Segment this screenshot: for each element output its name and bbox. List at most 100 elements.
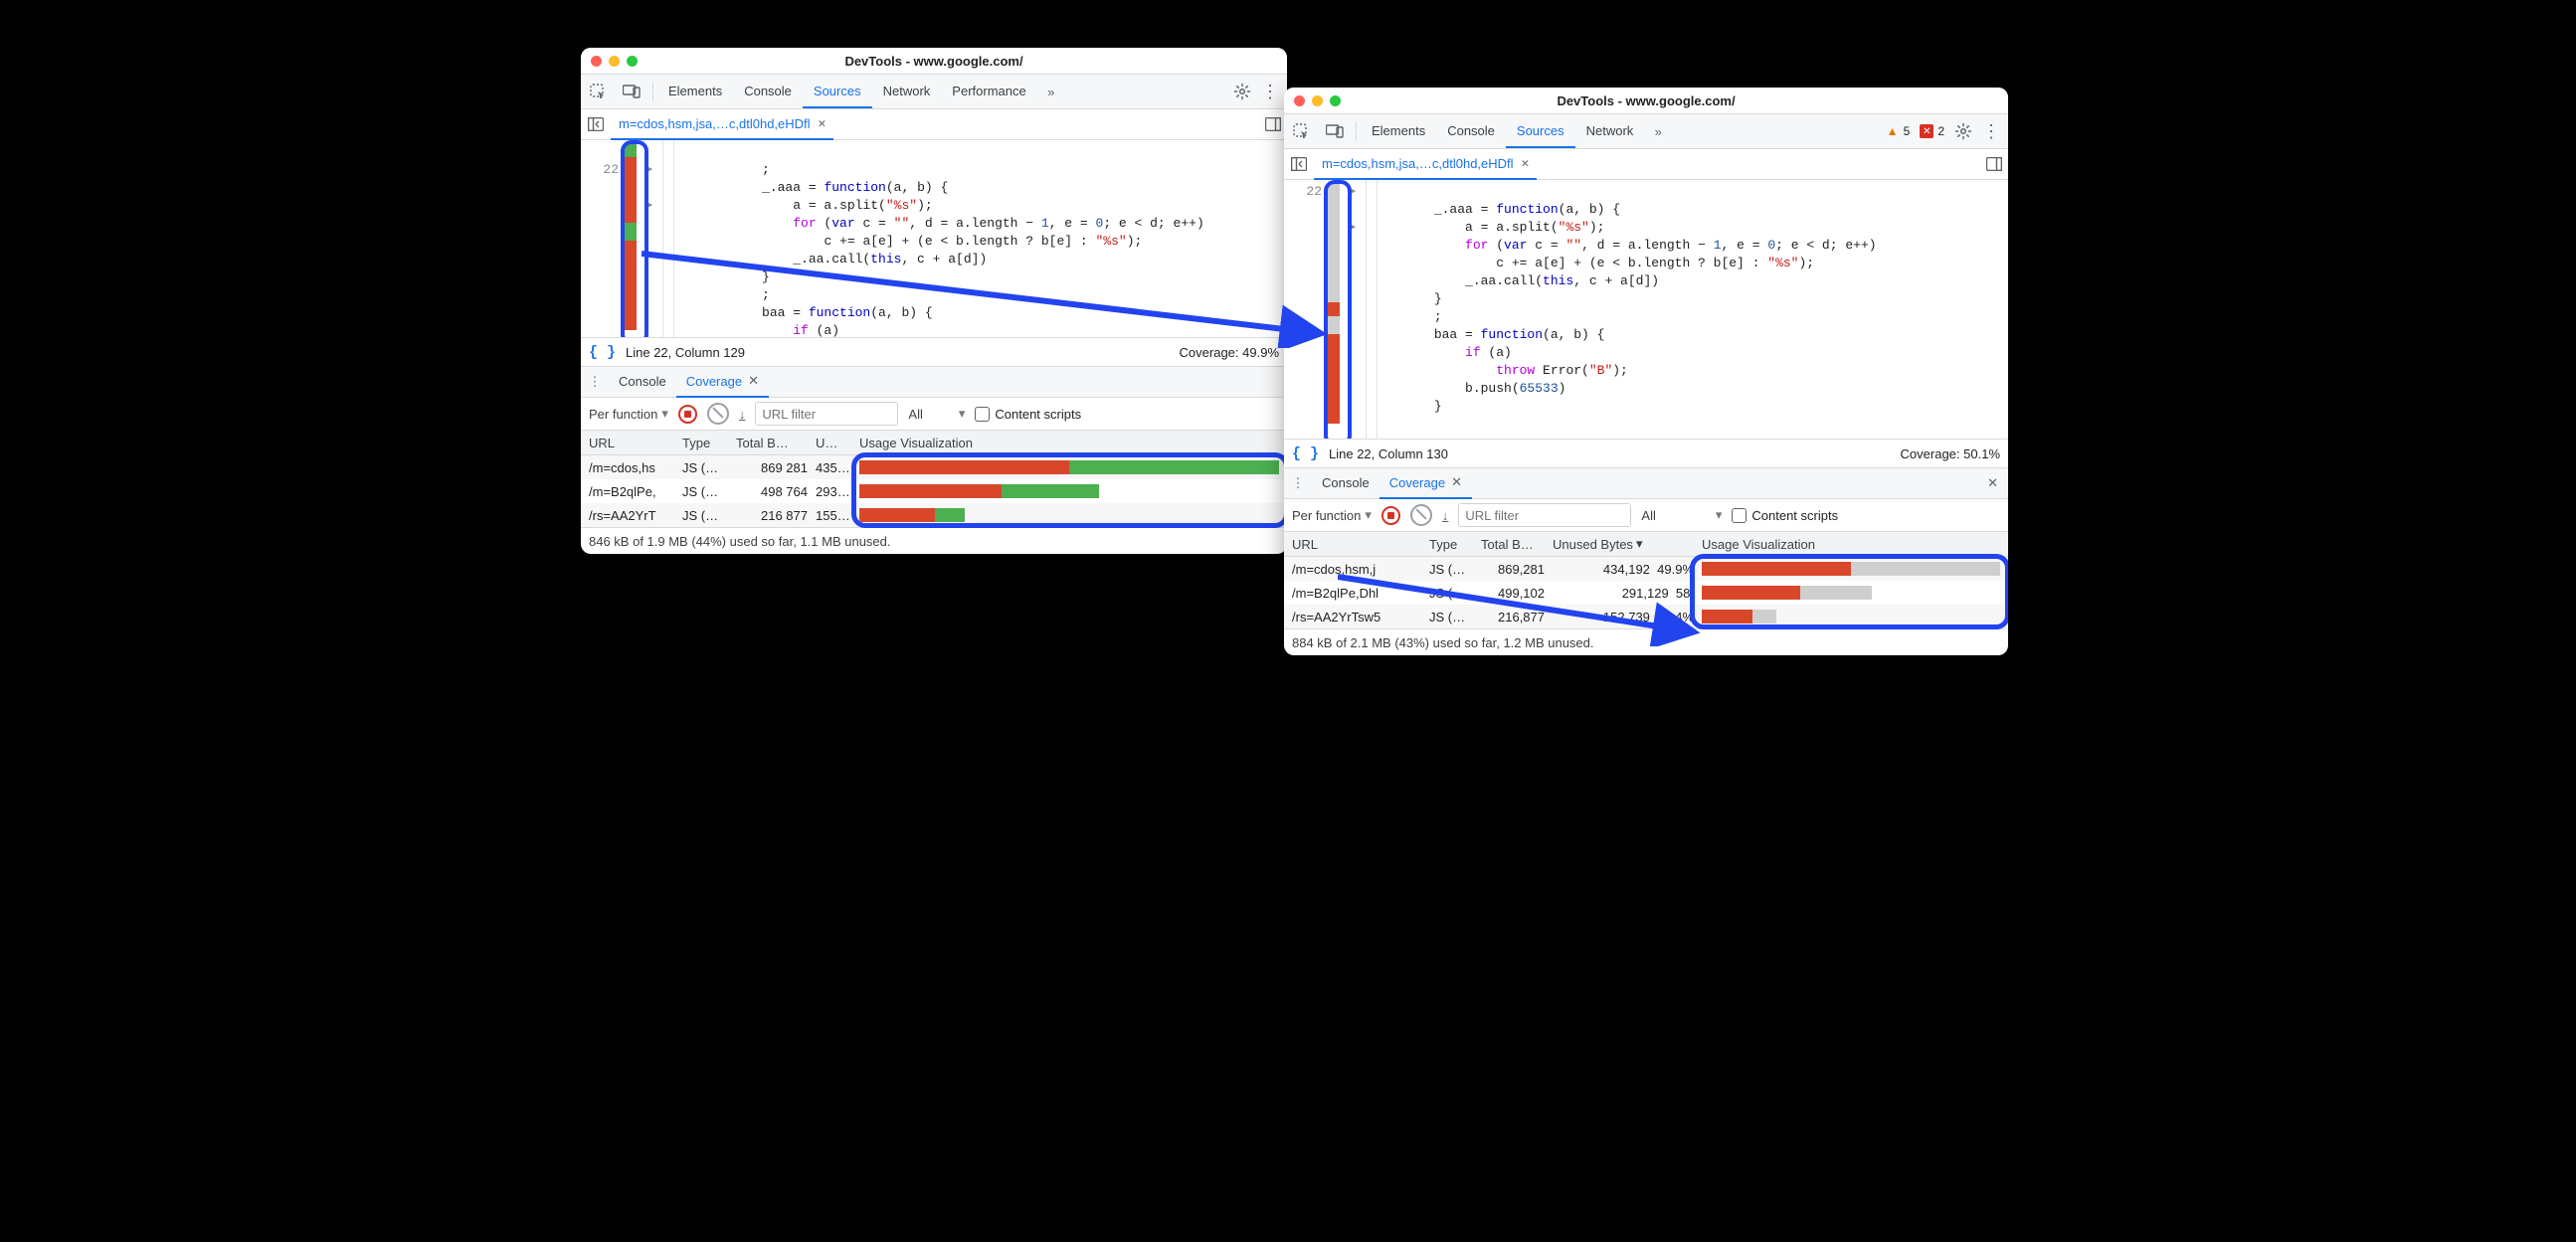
record-button[interactable] [678,405,697,424]
fold-gutter[interactable]: ▸▸ [1342,180,1366,439]
pretty-print-button[interactable]: { } [1292,445,1319,462]
table-row[interactable]: /rs=AA2YrTJS (…216 877155 … [581,503,1287,527]
close-tab-icon[interactable]: ✕ [748,373,759,389]
window-title: DevTools - www.google.com/ [1284,93,2008,108]
url-filter-input[interactable] [1458,503,1631,527]
minimize-dot[interactable] [1312,95,1323,106]
pretty-print-button[interactable]: { } [589,344,616,361]
settings-icon[interactable] [1954,122,1972,140]
navigator-toggle-icon[interactable] [581,117,611,131]
table-header[interactable]: URL Type Total B… Unused Bytes▾ Usage Vi… [1284,532,2008,557]
table-row[interactable]: /m=B2qlPe,DhlJS (…499,102291,129 58. [1284,581,2008,605]
col-viz[interactable]: Usage Visualization [855,436,1283,450]
col-unused[interactable]: Unused Bytes▾ [1549,536,1698,552]
warnings-badge[interactable]: ▲5 [1886,124,1911,138]
code-editor[interactable]: 22 ▸▸ _.aaa = function(a, b) { a = a.spl… [1284,180,2008,439]
clear-button[interactable] [1410,504,1432,526]
tab-console[interactable]: Console [1436,114,1506,148]
minimize-dot[interactable] [609,56,620,67]
url-filter-input[interactable] [755,402,898,426]
record-button[interactable] [1381,506,1400,525]
panel-tabs: Elements Console Sources Network Perform… [657,75,1065,108]
drawer-tab-coverage[interactable]: Coverage✕ [676,366,769,398]
close-dot[interactable] [591,56,602,67]
window-controls[interactable] [591,56,638,67]
col-viz[interactable]: Usage Visualization [1698,537,2004,552]
fold-gutter[interactable]: ▸▸ [639,140,662,337]
navigator-toggle-icon[interactable] [1284,157,1314,171]
table-row[interactable]: /m=cdos,hsm,jJS (…869,281434,192 49.9% [1284,557,2008,581]
coverage-summary: 846 kB of 1.9 MB (44%) used so far, 1.1 … [581,527,1287,554]
col-total[interactable]: Total B… [1477,537,1549,552]
col-unused[interactable]: U… [812,436,855,450]
tab-performance[interactable]: Performance [941,75,1036,108]
open-file-tab[interactable]: m=cdos,hsm,jsa,…c,dtl0hd,eHDfl ✕ [1314,148,1537,180]
settings-icon[interactable] [1233,83,1251,100]
open-file-tab[interactable]: m=cdos,hsm,jsa,…c,dtl0hd,eHDfl ✕ [611,108,833,140]
col-total[interactable]: Total B… [732,436,812,450]
kebab-icon[interactable]: ⋮ [1982,121,2000,142]
drawer-tab-console[interactable]: Console [609,366,676,398]
cursor-position: Line 22, Column 130 [1329,446,1448,461]
type-filter-select[interactable]: All▾ [1641,507,1722,523]
drawer-kebab-icon[interactable]: ⋮ [581,374,609,390]
export-button[interactable] [739,407,746,422]
file-tab-label: m=cdos,hsm,jsa,…c,dtl0hd,eHDfl [1322,156,1514,171]
type-filter-select[interactable]: All▾ [908,406,965,422]
col-url[interactable]: URL [1288,537,1425,552]
content-scripts-checkbox[interactable]: Content scripts [975,407,1081,422]
close-dot[interactable] [1294,95,1305,106]
drawer-tab-console[interactable]: Console [1312,467,1380,499]
inspect-icon[interactable] [581,75,615,108]
tabs-overflow[interactable]: » [1644,114,1672,148]
file-tab-label: m=cdos,hsm,jsa,…c,dtl0hd,eHDfl [619,116,811,131]
table-row[interactable]: /rs=AA2YrTsw5JS (…216,877152,739 70.4% [1284,605,2008,628]
col-type[interactable]: Type [1425,537,1477,552]
device-toggle-icon[interactable] [615,75,648,108]
editor-status-row: { } Line 22, Column 130 Coverage: 50.1% [1284,439,2008,467]
tab-elements[interactable]: Elements [657,75,733,108]
close-tab-icon[interactable]: ✕ [1522,156,1530,171]
code-content: ; _.aaa = function(a, b) { a = a.split("… [684,140,1210,337]
close-drawer-icon[interactable]: ✕ [1977,475,2008,491]
coverage-scope-select[interactable]: Per function▾ [589,406,668,422]
tabs-overflow[interactable]: » [1037,75,1065,108]
content-scripts-checkbox[interactable]: Content scripts [1732,508,1838,523]
tab-elements[interactable]: Elements [1361,114,1436,148]
close-tab-icon[interactable]: ✕ [819,116,827,131]
coverage-gutter [623,140,639,337]
zoom-dot[interactable] [1330,95,1341,106]
zoom-dot[interactable] [627,56,638,67]
inspect-icon[interactable] [1284,114,1318,148]
main-toolbar: Elements Console Sources Network » ▲5 ✕2… [1284,113,2008,149]
clear-button[interactable] [707,403,729,425]
device-toggle-icon[interactable] [1318,114,1352,148]
drawer-tab-coverage[interactable]: Coverage✕ [1380,467,1472,499]
usage-bar [859,506,1279,524]
tab-network[interactable]: Network [872,75,942,108]
window-controls[interactable] [1294,95,1341,106]
errors-badge[interactable]: ✕2 [1920,124,1944,138]
drawer-kebab-icon[interactable]: ⋮ [1284,475,1312,491]
coverage-toolbar: Per function▾ All▾ Content scripts [1284,499,2008,532]
panel-tabs: Elements Console Sources Network » [1361,114,1672,148]
col-url[interactable]: URL [585,436,678,450]
devtools-window-b: DevTools - www.google.com/ Elements Cons… [1284,88,2008,655]
file-tab-row: m=cdos,hsm,jsa,…c,dtl0hd,eHDfl ✕ [1284,149,2008,180]
tab-sources[interactable]: Sources [803,75,872,108]
close-tab-icon[interactable]: ✕ [1451,474,1462,490]
tab-sources[interactable]: Sources [1506,114,1575,148]
kebab-icon[interactable]: ⋮ [1261,82,1279,102]
devtools-window-a: DevTools - www.google.com/ Elements Cons… [581,48,1287,554]
table-header[interactable]: URL Type Total B… U… Usage Visualization [581,431,1287,455]
coverage-scope-select[interactable]: Per function▾ [1292,507,1372,523]
table-row[interactable]: /m=cdos,hsJS (…869 281435 … [581,455,1287,479]
col-type[interactable]: Type [678,436,732,450]
table-row[interactable]: /m=B2qlPe,JS (…498 764293 … [581,479,1287,503]
tab-console[interactable]: Console [733,75,803,108]
export-button[interactable] [1442,508,1449,523]
tab-network[interactable]: Network [1575,114,1645,148]
coverage-percent: Coverage: 49.9% [1180,345,1279,360]
code-editor[interactable]: 22 ▸▸ ; _.aaa = function(a, b) { a = a.s… [581,140,1287,337]
debugger-toggle-icon[interactable] [1986,157,2008,171]
